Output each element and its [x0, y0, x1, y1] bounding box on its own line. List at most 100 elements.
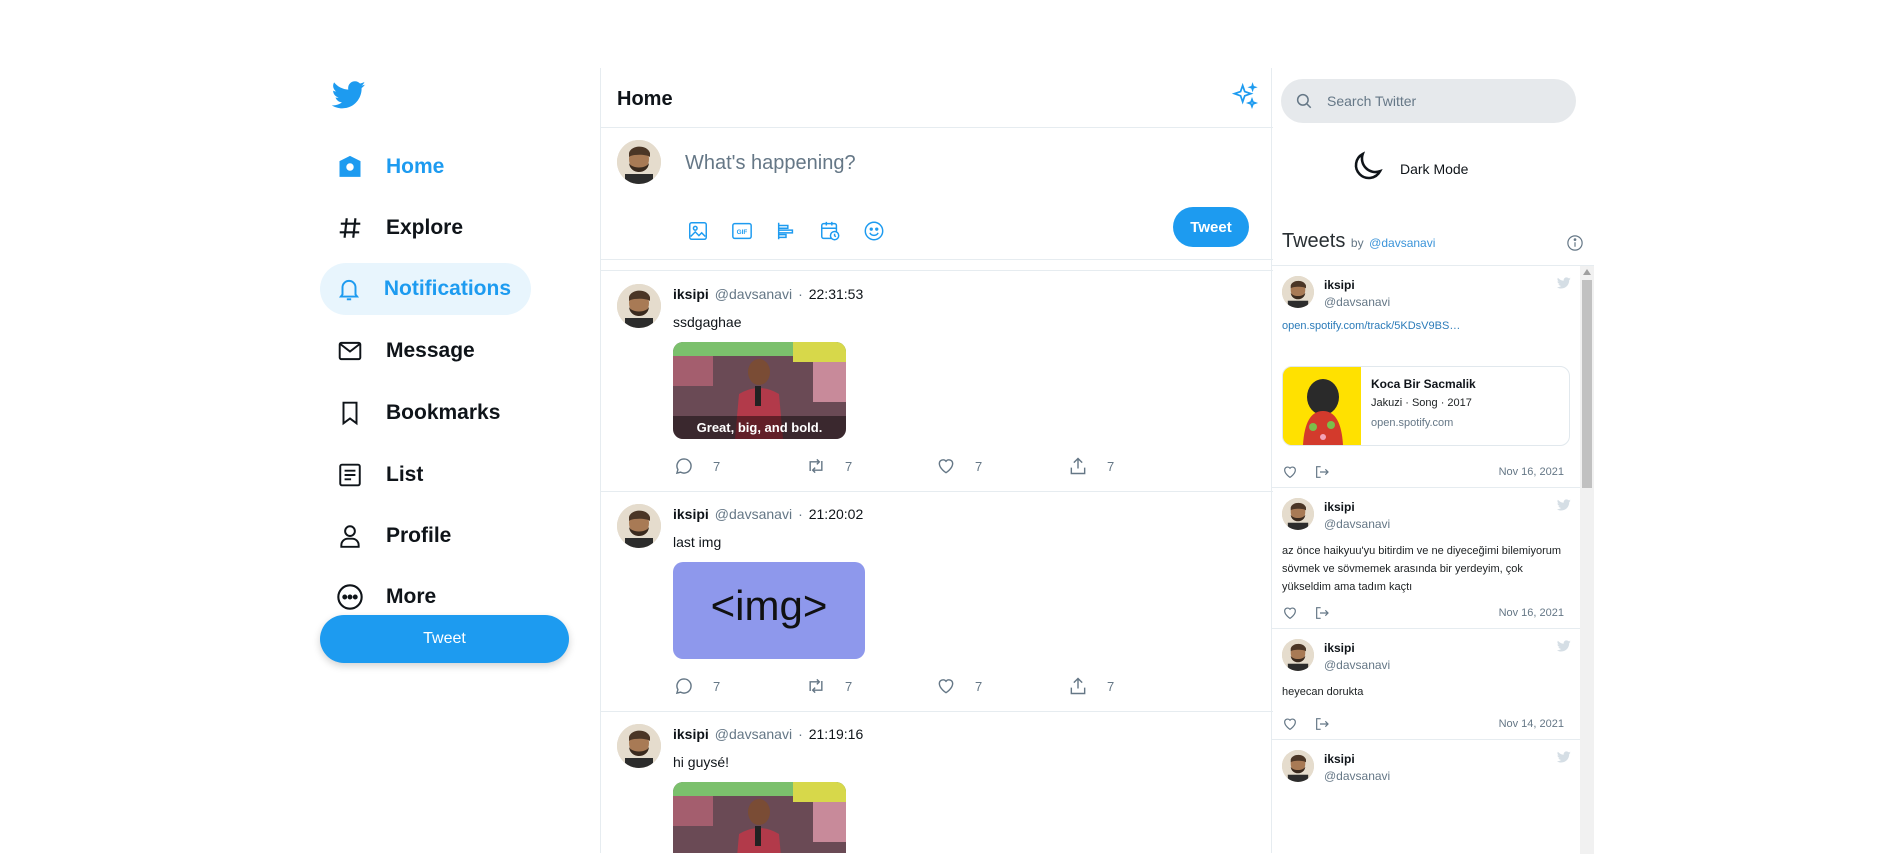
- nav-home[interactable]: Home: [320, 142, 464, 192]
- share-button[interactable]: 7: [1067, 675, 1114, 697]
- avatar[interactable]: [1282, 639, 1314, 671]
- tweet-author-name[interactable]: iksipi: [673, 726, 709, 742]
- timeline-tweet-handle[interactable]: @davsanavi: [1324, 517, 1390, 531]
- search-input[interactable]: Search Twitter: [1327, 93, 1416, 109]
- share-icon[interactable]: [1314, 716, 1330, 732]
- avatar[interactable]: [617, 284, 661, 328]
- emoji-icon[interactable]: [859, 216, 889, 246]
- share-button[interactable]: 7: [1067, 455, 1114, 477]
- heart-icon[interactable]: [1282, 464, 1298, 480]
- tweet[interactable]: iksipi @davsanavi · 21:20:02 last img <img>…: [601, 492, 1273, 712]
- avatar[interactable]: [1282, 276, 1314, 308]
- tweet-time: 21:19:16: [808, 726, 864, 742]
- user-icon: [334, 520, 366, 552]
- hashtag-icon: [334, 212, 366, 244]
- timeline-list[interactable]: iksipi @davsanavi open.spotify.com/track…: [1272, 265, 1594, 854]
- share-icon[interactable]: [1314, 605, 1330, 621]
- tweet-author-name[interactable]: iksipi: [673, 286, 709, 302]
- avatar[interactable]: [617, 140, 661, 184]
- tweet-media-gif[interactable]: [673, 782, 846, 853]
- compose-input[interactable]: What's happening?: [685, 152, 856, 175]
- avatar[interactable]: [1282, 498, 1314, 530]
- sidebar-tweet-button[interactable]: Tweet: [320, 615, 569, 663]
- moon-icon[interactable]: [1350, 148, 1386, 189]
- tweet-actions: 7 7 7 7: [673, 455, 1133, 479]
- timeline-tweet-name[interactable]: iksipi: [1324, 278, 1355, 292]
- nav-explore[interactable]: Explore: [320, 203, 483, 253]
- timeline-tweet[interactable]: iksipi @davsanavi: [1272, 740, 1580, 854]
- twitter-logo-icon[interactable]: [330, 78, 368, 112]
- gif-icon[interactable]: GIF: [727, 216, 757, 246]
- avatar[interactable]: [617, 724, 661, 768]
- compose-tweet-button[interactable]: Tweet: [1173, 207, 1249, 247]
- like-button[interactable]: 7: [935, 675, 982, 697]
- avatar[interactable]: [1282, 750, 1314, 782]
- retweet-icon: [805, 455, 827, 477]
- timeline-tweet-handle[interactable]: @davsanavi: [1324, 769, 1390, 783]
- schedule-icon[interactable]: [815, 216, 845, 246]
- tweet-author-handle[interactable]: @davsanavi: [715, 286, 792, 302]
- retweet-button[interactable]: 7: [805, 675, 852, 697]
- dark-mode-toggle[interactable]: Dark Mode: [1350, 148, 1468, 189]
- share-icon[interactable]: [1314, 464, 1330, 480]
- nav-list[interactable]: List: [320, 450, 443, 500]
- timeline-tweet-link[interactable]: open.spotify.com/track/5KDsV9BS…: [1282, 320, 1460, 332]
- timeline-tweet-name[interactable]: iksipi: [1324, 641, 1355, 655]
- tweet-media-gif[interactable]: Great, big, and bold.: [673, 342, 846, 439]
- timeline-by-handle[interactable]: @davsanavi: [1369, 236, 1435, 250]
- tweet[interactable]: iksipi @davsanavi · 21:19:16 hi guysé!: [601, 712, 1273, 853]
- gif-caption: Great, big, and bold.: [696, 420, 823, 435]
- timeline-tweet[interactable]: iksipi @davsanavi heyecan dorukta Nov 14…: [1272, 629, 1580, 740]
- separator-dot: ·: [798, 506, 803, 522]
- timeline-tweet-handle[interactable]: @davsanavi: [1324, 295, 1390, 309]
- tweet[interactable]: iksipi @davsanavi · 22:31:53 ssdgaghae Grea…: [601, 272, 1273, 492]
- nav-message[interactable]: Message: [320, 326, 495, 376]
- retweet-button[interactable]: 7: [805, 455, 852, 477]
- search-bar[interactable]: Search Twitter: [1281, 79, 1576, 123]
- tweet-author-handle[interactable]: @davsanavi: [715, 506, 792, 522]
- sparkle-icon[interactable]: [1231, 82, 1259, 110]
- scroll-up-arrow-icon[interactable]: [1583, 269, 1591, 275]
- reply-button[interactable]: 7: [673, 675, 720, 697]
- nav-label: Explore: [386, 216, 464, 239]
- nav-bookmarks[interactable]: Bookmarks: [320, 388, 520, 438]
- tweet-author-name[interactable]: iksipi: [673, 506, 709, 522]
- timeline-tweet[interactable]: iksipi @davsanavi az önce haikyuu'yu bit…: [1272, 488, 1580, 629]
- bird-icon[interactable]: [1556, 498, 1572, 512]
- timeline-tweet-text: heyecan dorukta: [1282, 686, 1364, 698]
- timeline-tweet-date[interactable]: Nov 16, 2021: [1499, 607, 1564, 619]
- search-icon: [1295, 92, 1313, 110]
- timeline-tweet[interactable]: iksipi @davsanavi open.spotify.com/track…: [1272, 266, 1580, 488]
- heart-icon[interactable]: [1282, 716, 1298, 732]
- bird-icon[interactable]: [1556, 276, 1572, 290]
- svg-text:GIF: GIF: [737, 229, 748, 236]
- timeline-title: Tweets: [1282, 230, 1346, 252]
- timeline-scrollbar[interactable]: [1580, 266, 1594, 854]
- timeline-tweet-date[interactable]: Nov 14, 2021: [1499, 718, 1564, 730]
- reply-count: 7: [713, 678, 721, 694]
- bird-icon[interactable]: [1556, 750, 1572, 764]
- like-count: 7: [975, 458, 983, 474]
- timeline-tweet-date[interactable]: Nov 16, 2021: [1499, 466, 1564, 478]
- like-button[interactable]: 7: [935, 455, 982, 477]
- heart-icon[interactable]: [1282, 605, 1298, 621]
- reply-button[interactable]: 7: [673, 455, 720, 477]
- info-icon[interactable]: [1566, 234, 1584, 252]
- share-icon: [1067, 675, 1089, 697]
- timeline-tweet-name[interactable]: iksipi: [1324, 752, 1355, 766]
- spotify-card[interactable]: Koca Bir Sacmalik Jakuzi · Song · 2017 o…: [1282, 366, 1570, 446]
- avatar[interactable]: [617, 504, 661, 548]
- image-icon[interactable]: [683, 216, 713, 246]
- scrollbar-thumb[interactable]: [1582, 280, 1592, 488]
- tweet-media-image[interactable]: <img>: [673, 562, 865, 659]
- poll-icon[interactable]: [771, 216, 801, 246]
- tweet-author-handle[interactable]: @davsanavi: [715, 726, 792, 742]
- timeline-tweet-name[interactable]: iksipi: [1324, 500, 1355, 514]
- retweet-count: 7: [845, 458, 853, 474]
- timeline-tweet-handle[interactable]: @davsanavi: [1324, 658, 1390, 672]
- tweet-text: ssdgaghae: [673, 314, 742, 330]
- nav-profile[interactable]: Profile: [320, 511, 471, 561]
- bird-icon[interactable]: [1556, 639, 1572, 653]
- nav-notifications[interactable]: Notifications: [320, 263, 531, 315]
- timeline-tweet-text: az önce haikyuu'yu bitirdim ve ne diyece…: [1282, 545, 1562, 593]
